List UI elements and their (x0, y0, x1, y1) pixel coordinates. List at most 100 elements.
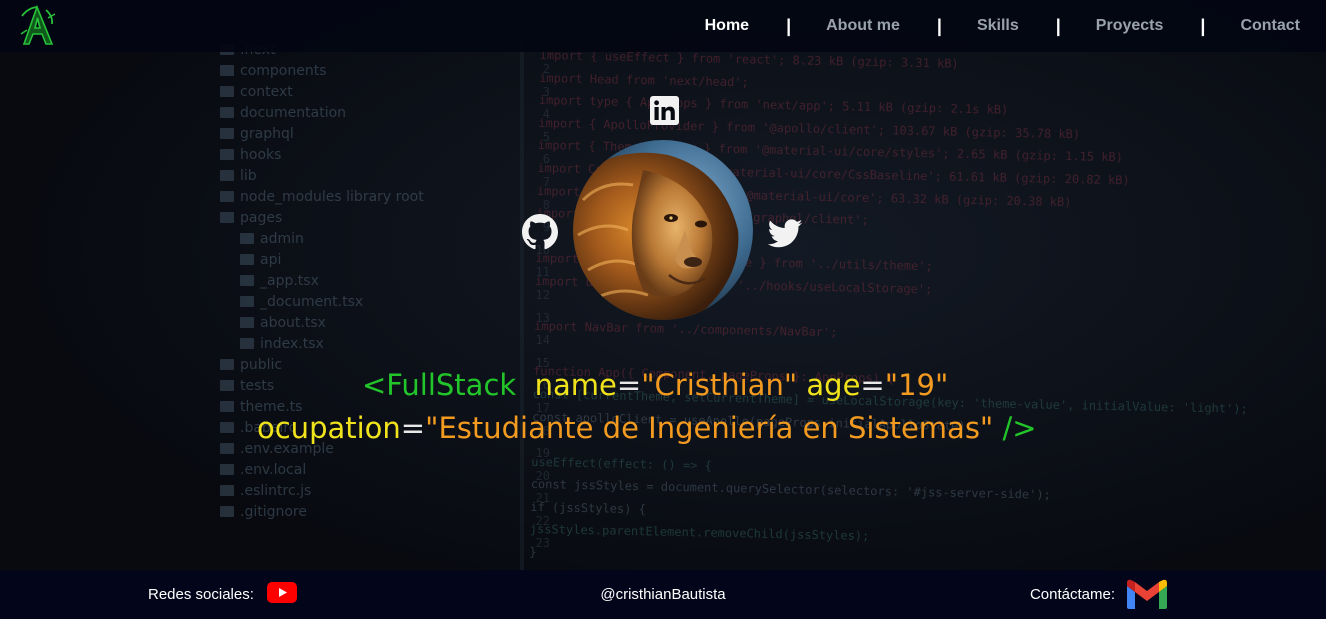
background-tree-label: api (260, 252, 282, 268)
folder-icon (220, 401, 234, 412)
folder-icon (220, 485, 234, 496)
tagline-line-1: <FullStack name="Cristhian" age="19" (362, 364, 948, 407)
background-tree-label: graphql (240, 126, 294, 142)
background-line-number: 4 (542, 107, 550, 122)
page-footer: @cristhianBautista Redes sociales: Contá… (0, 570, 1326, 619)
background-tree-row: components (180, 61, 500, 82)
nav-home-link[interactable]: Home (703, 17, 751, 35)
background-tree-label: .gitignore (240, 504, 307, 520)
background-tree-label: pages (240, 210, 283, 226)
folder-icon (220, 170, 234, 181)
background-tree-row: context (180, 82, 500, 103)
top-navbar: Home | About me | Skills | Proyects | Co… (0, 0, 1326, 52)
folder-icon (240, 233, 254, 244)
background-code-line: if (jssStyles) { (530, 499, 647, 517)
background-tree-label: about.tsx (260, 315, 326, 331)
footer-contact: Contáctame: (1030, 570, 1168, 619)
background-tree-label: .env.local (240, 462, 307, 478)
background-line-number: 21 (535, 491, 550, 506)
attr-ocupation-value: "Estudiante de Ingeniería en Sistemas" (425, 411, 994, 445)
stylized-a-logo-icon[interactable] (18, 4, 56, 48)
attr-equals: = (616, 368, 642, 402)
background-line-number: 7 (542, 174, 550, 189)
background-tree-label: tests (240, 378, 275, 394)
background-tree-label: public (240, 357, 283, 373)
background-line-number: 5 (542, 129, 550, 144)
linkedin-icon[interactable] (650, 96, 679, 125)
background-tree-row: documentation (180, 103, 500, 124)
background-line-number: 14 (535, 333, 550, 348)
background-line-number: 11 (535, 265, 550, 280)
folder-icon (220, 443, 234, 454)
footer-social: Redes sociales: (148, 570, 297, 619)
background-tree-label: admin (260, 231, 304, 247)
folder-icon (220, 65, 234, 76)
background-tree-row: _app.tsx (180, 271, 500, 292)
background-tree-row: .env.local (180, 460, 500, 481)
folder-icon (220, 107, 234, 118)
background-code-line: } (529, 544, 537, 560)
background-code-line: useEffect(effect: () => { (531, 454, 712, 473)
background-tree-row: lib (180, 166, 500, 187)
attr-equals: = (860, 368, 885, 402)
background-code-line: jssStyles.parentElement.removeChild(jssS… (529, 522, 870, 544)
nav-about-link[interactable]: About me (824, 17, 902, 35)
background-tree-label: _app.tsx (260, 273, 319, 289)
folder-icon (220, 422, 234, 433)
folder-icon (220, 464, 234, 475)
background-line-numbers: 2 3 4 5 6 7 8 9 10 11 12 13 14 15 16 17 18 19 20 21 22 23 (500, 58, 550, 555)
background-divider (520, 40, 524, 570)
folder-icon (240, 317, 254, 328)
background-line-number: 8 (542, 197, 550, 212)
background-tree-row: node_modules library root (180, 187, 500, 208)
folder-icon (220, 359, 234, 370)
background-line-number: 2 (542, 62, 550, 76)
folder-icon (240, 338, 254, 349)
folder-icon (240, 254, 254, 265)
background-line-number: 13 (535, 310, 550, 325)
background-tree-label: _document.tsx (260, 294, 364, 310)
youtube-icon[interactable] (266, 582, 297, 603)
nav-skills-link[interactable]: Skills (975, 17, 1021, 35)
tagline-line-2: ocupation="Estudiante de Ingeniería en S… (257, 407, 1037, 450)
background-tree-label: hooks (240, 147, 282, 163)
background-tree-row: .gitignore (180, 502, 500, 523)
background-tree-label: node_modules library root (240, 189, 424, 205)
lion-avatar-image (573, 140, 753, 320)
nav-separator: | (1200, 15, 1206, 36)
background-tree-row: hooks (180, 145, 500, 166)
background-tree-label: context (240, 84, 293, 100)
background-code-line: const jssStyles = document.querySelector… (530, 477, 1051, 503)
footer-social-label: Redes sociales: (148, 586, 254, 603)
background-tree-row: graphql (180, 124, 500, 145)
background-tree-label: components (240, 63, 327, 79)
folder-icon (220, 128, 234, 139)
nav-separator: | (786, 15, 792, 36)
background-tree-label: .eslintrc.js (240, 483, 312, 499)
background-code-line: import NavBar from '../components/NavBar… (533, 319, 838, 340)
nav-contact-link[interactable]: Contact (1238, 17, 1302, 35)
folder-icon (220, 149, 234, 160)
folder-icon (220, 212, 234, 223)
attr-name-value: "Cristhian" (641, 368, 798, 402)
background-tree-row: .eslintrc.js (180, 481, 500, 502)
tag-open: <FullStack (362, 368, 517, 402)
github-icon[interactable] (522, 214, 558, 250)
background-line-number: 23 (535, 536, 550, 551)
background-tree-row: pages (180, 208, 500, 229)
background-line-number: 12 (535, 287, 550, 302)
folder-icon (220, 506, 234, 517)
folder-icon (240, 296, 254, 307)
nav-separator: | (936, 15, 942, 36)
nav-projects-link[interactable]: Proyects (1094, 17, 1166, 35)
gmail-icon[interactable] (1126, 578, 1168, 610)
background-line-number: 20 (535, 468, 550, 483)
folder-icon (220, 191, 234, 202)
folder-icon (240, 275, 254, 286)
attr-age-label: age (806, 368, 861, 402)
twitter-icon[interactable] (768, 219, 803, 249)
footer-contact-label: Contáctame: (1029, 586, 1115, 603)
background-tree-label: documentation (240, 105, 347, 121)
background-tree-label: lib (240, 168, 257, 184)
background-line-number: 6 (542, 152, 550, 167)
